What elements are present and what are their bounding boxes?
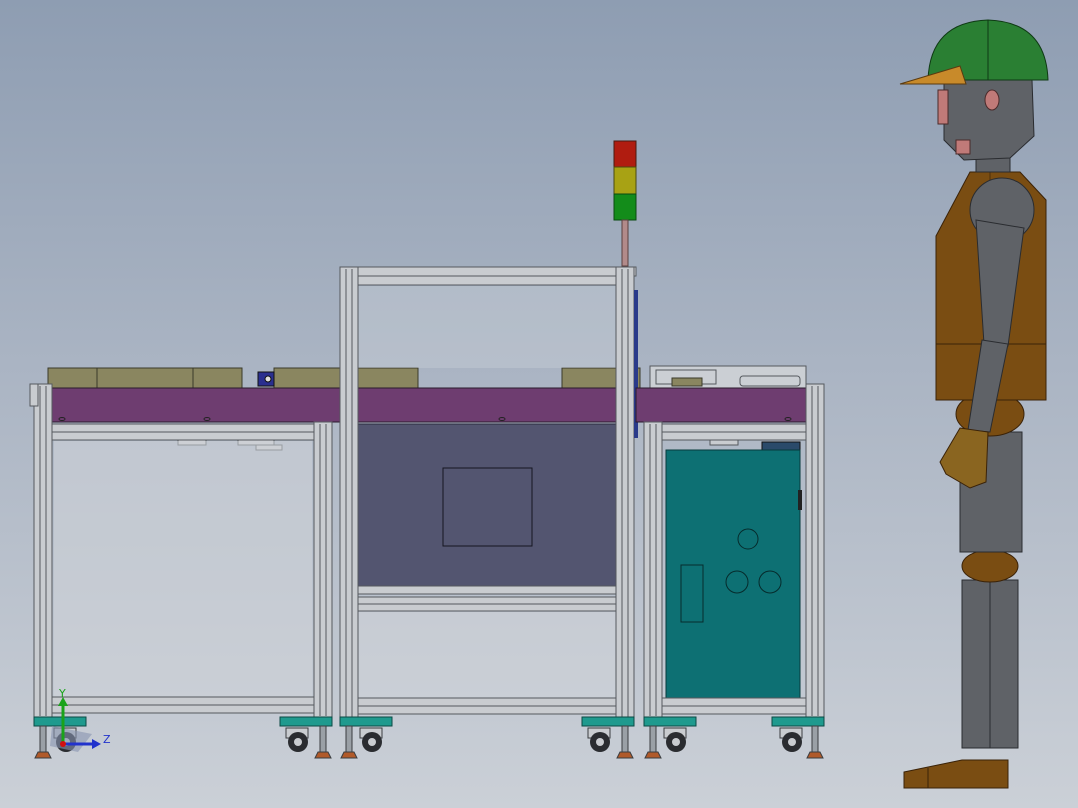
conveyor-belt-right: [635, 387, 807, 423]
caster-wheels: [53, 727, 803, 752]
post-center-left: [339, 266, 359, 720]
conveyor-belt-left: [49, 387, 343, 423]
center-frame: [339, 266, 641, 720]
cad-viewport: Y Z: [29, 19, 1049, 789]
tray-row-left: [47, 367, 341, 389]
electrical-cabinet: [665, 449, 801, 699]
mannequin-hand: [939, 427, 989, 489]
post-left-inner: [313, 421, 333, 719]
post-left-outer: [33, 383, 53, 719]
y-axis-label: Y: [58, 687, 66, 700]
triad-origin: [60, 741, 66, 747]
machine-panel: [355, 423, 619, 587]
mannequin-boot: [903, 759, 1009, 789]
clamp-bracket: [257, 371, 275, 387]
post-center-right: [615, 266, 635, 720]
conveyor-belt-center: [339, 387, 639, 423]
post-right-inner: [643, 421, 663, 719]
right-cabinet-frame: [635, 365, 825, 719]
left-conveyor-frame: [29, 367, 343, 719]
z-axis-label: Z: [103, 733, 111, 746]
signal-tower-pole: [621, 219, 629, 267]
signal-light-red: [613, 140, 637, 168]
human-mannequin: [899, 19, 1049, 789]
signal-tower: [613, 140, 637, 267]
signal-light-green: [613, 193, 637, 221]
post-right-outer: [805, 383, 825, 719]
signal-light-yellow: [613, 166, 637, 195]
feet-and-casters: [33, 716, 825, 759]
